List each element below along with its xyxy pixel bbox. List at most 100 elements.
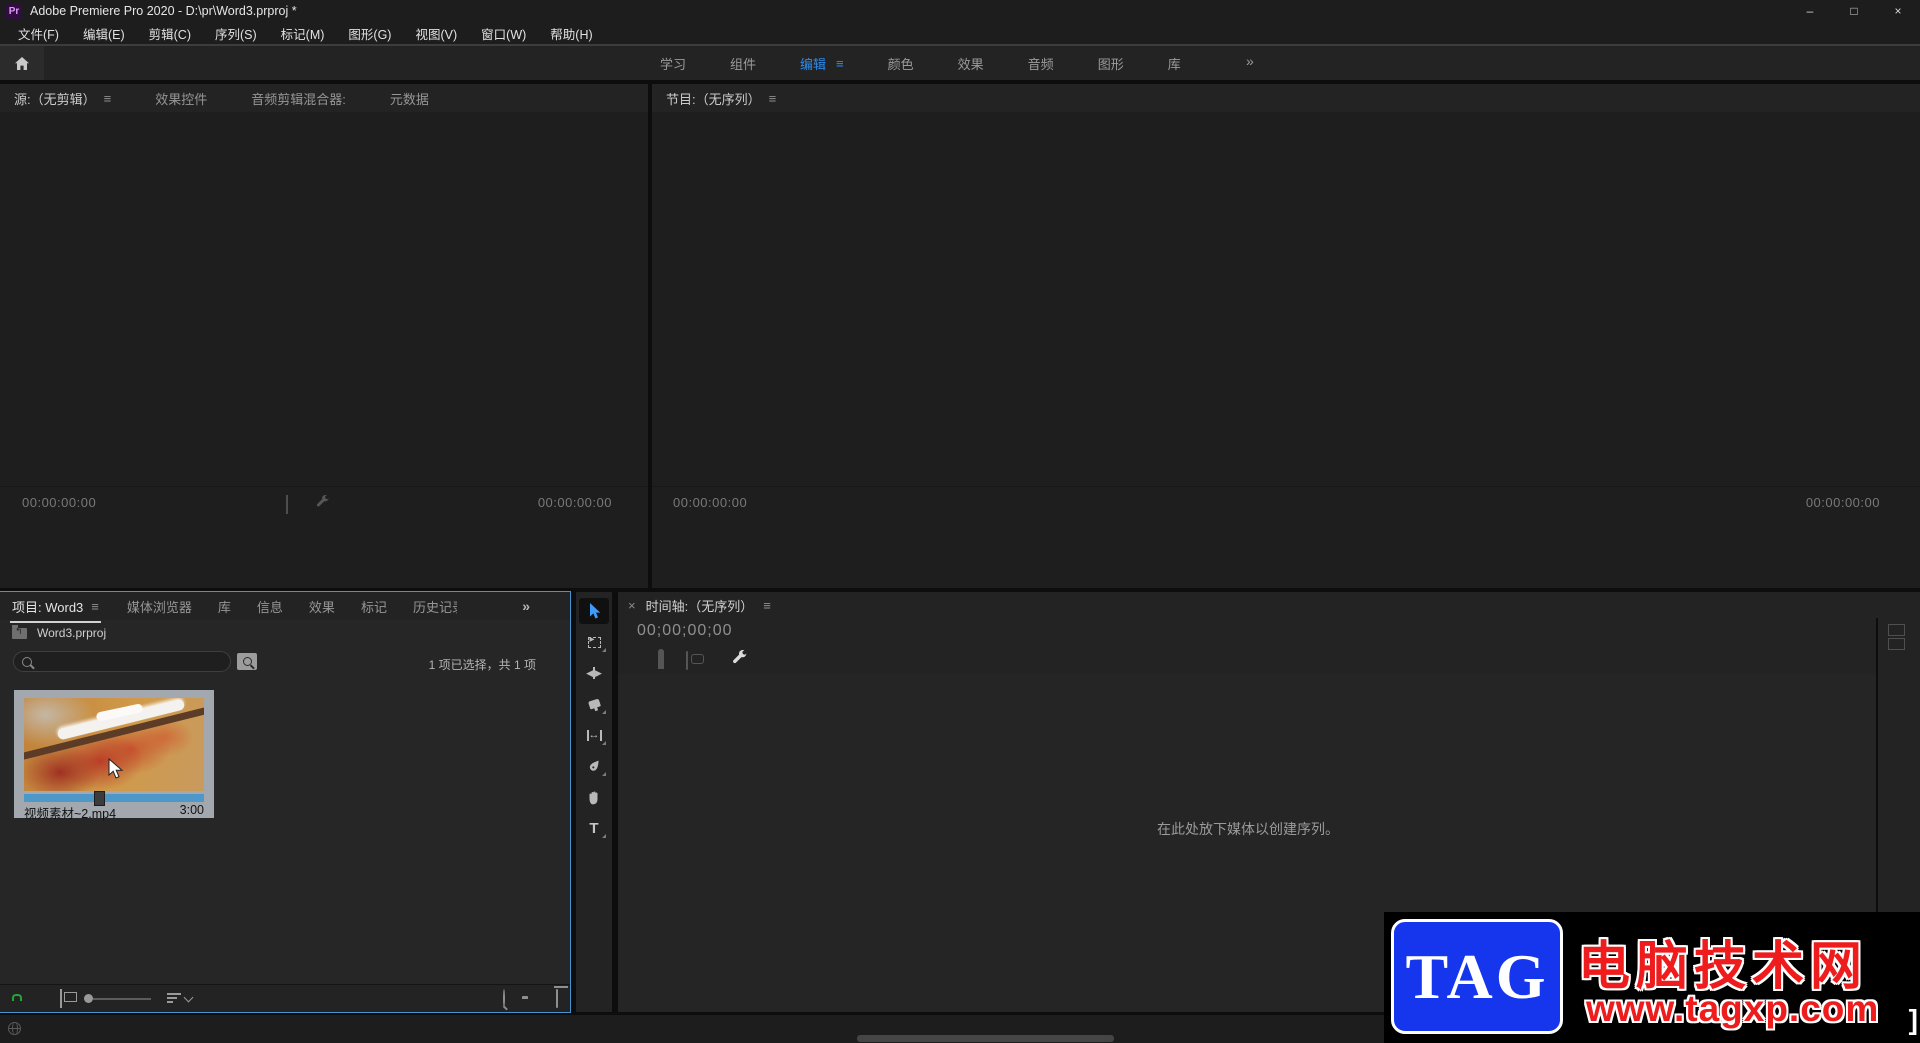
project-bin-area[interactable]: 视频素材~2.mp4 3:00: [0, 678, 570, 984]
hand-icon: [589, 791, 598, 804]
program-timecode-duration: 00:00:00:00: [1805, 495, 1880, 510]
timeline-playhead-timecode[interactable]: 00;00;00;00: [637, 622, 733, 640]
workspace-tab-audio[interactable]: 音频: [1028, 54, 1054, 73]
project-tab-menu-icon[interactable]: ≡: [91, 599, 99, 614]
chevron-down-icon: [183, 992, 194, 1002]
source-timecode-duration: 00:00:00:00: [537, 495, 612, 510]
freeform-view-icon: [60, 988, 62, 1008]
workspace-tab-effects[interactable]: 效果: [958, 54, 984, 73]
program-timecode-current: 00:00:00:00: [673, 495, 748, 510]
slider-knob[interactable]: [84, 994, 93, 1003]
thumbnail-zoom-slider[interactable]: [84, 994, 151, 1003]
find-button[interactable]: [503, 988, 505, 1008]
timeline-work-area-box-1[interactable]: [1888, 624, 1905, 636]
find-icon: [503, 988, 505, 1008]
menu-clip[interactable]: 剪辑(C): [139, 24, 201, 43]
razor-tool[interactable]: [579, 691, 609, 717]
tab-history[interactable]: 历史记录: [413, 597, 457, 616]
menu-file[interactable]: 文件(F): [8, 24, 69, 43]
media-item-selected[interactable]: 视频素材~2.mp4 3:00: [14, 690, 214, 821]
magnet-icon: [658, 648, 664, 669]
horizontal-scrollbar-thumb[interactable]: [857, 1035, 1114, 1042]
tab-media-browser[interactable]: 媒体浏览器: [127, 597, 192, 616]
snap-button[interactable]: [658, 648, 664, 670]
menu-marker[interactable]: 标记(M): [271, 24, 335, 43]
workspace-tab-libraries[interactable]: 库: [1168, 54, 1181, 73]
source-tab-menu-icon[interactable]: ≡: [104, 91, 112, 106]
sort-icons-button[interactable]: [167, 992, 194, 1004]
window-title: Adobe Premiere Pro 2020 - D:\pr\Word3.pr…: [30, 4, 297, 18]
source-viewer: [0, 112, 648, 486]
workspace-tab-learning[interactable]: 学习: [660, 54, 686, 73]
tab-project[interactable]: 项目: Word3 ≡: [10, 592, 101, 623]
track-select-forward-tool[interactable]: [579, 629, 609, 655]
type-tool[interactable]: T: [579, 815, 609, 841]
project-panel-tabs: 项目: Word3≡ 媒体浏览器 库 信息 效果 标记 历史记录: [0, 592, 570, 623]
menu-bar: 文件(F) 编辑(E) 剪辑(C) 序列(S) 标记(M) 图形(G) 视图(V…: [0, 22, 1920, 44]
timeline-close-icon[interactable]: ×: [628, 598, 636, 613]
tab-info[interactable]: 信息: [257, 597, 283, 616]
freeform-view-button[interactable]: [60, 988, 62, 1008]
timeline-tab-menu-icon[interactable]: ≡: [763, 598, 771, 613]
maximize-button[interactable]: □: [1832, 0, 1876, 22]
menu-view[interactable]: 视图(V): [405, 24, 467, 43]
tab-program[interactable]: 节目:（无序列） ≡: [666, 89, 776, 108]
watermark-site-url: www.tagxp.com: [1586, 988, 1880, 1029]
close-button[interactable]: ×: [1876, 0, 1920, 22]
workspace-tab-editing[interactable]: 编辑 ≡: [800, 54, 844, 73]
workspace-tab-color[interactable]: 颜色: [888, 54, 914, 73]
project-panel: 项目: Word3≡ 媒体浏览器 库 信息 效果 标记 历史记录 » Word3…: [0, 591, 571, 1013]
tab-metadata[interactable]: 元数据: [390, 89, 429, 108]
ripple-edit-tool[interactable]: ◀ ▶: [579, 660, 609, 686]
selection-tool[interactable]: [579, 598, 609, 624]
premiere-app-icon: Pr: [6, 3, 22, 19]
timeline-work-area-box-2[interactable]: [1888, 638, 1905, 650]
timeline-toolbar: [636, 648, 748, 671]
linked-selection-button[interactable]: [686, 650, 688, 670]
menu-window[interactable]: 窗口(W): [471, 24, 536, 43]
tab-audio-clip-mixer[interactable]: 音频剪辑混合器:: [251, 89, 346, 108]
home-button[interactable]: [0, 46, 44, 80]
tab-effect-controls[interactable]: 效果控件: [155, 89, 207, 108]
tab-source[interactable]: 源:（无剪辑） ≡: [14, 89, 111, 108]
slider-track[interactable]: [93, 997, 151, 1000]
linked-selection-icon: [686, 650, 688, 670]
watermark-logo-box: TAG: [1391, 919, 1563, 1034]
sort-icon: [167, 993, 181, 1004]
clear-button[interactable]: [556, 988, 558, 1008]
timeline-tab[interactable]: 时间轴:（无序列）: [646, 596, 754, 615]
project-tabs-overflow-icon[interactable]: »: [522, 598, 530, 614]
tab-markers[interactable]: 标记: [361, 597, 387, 616]
tab-libraries[interactable]: 库: [218, 597, 231, 616]
program-viewer: [652, 112, 1920, 486]
menu-edit[interactable]: 编辑(E): [73, 24, 135, 43]
source-settings-icon[interactable]: [316, 495, 330, 509]
menu-sequence[interactable]: 序列(S): [205, 24, 267, 43]
pen-tool[interactable]: [579, 753, 609, 779]
watermark-overlay: TAG 电脑技术网 www.tagxp.com ]: [1384, 912, 1920, 1043]
timeline-tab-row: × 时间轴:（无序列） ≡: [618, 592, 1920, 618]
search-box[interactable]: [13, 651, 231, 672]
program-tab-menu-icon[interactable]: ≡: [769, 91, 777, 106]
workspace-tab-graphics[interactable]: 图形: [1098, 54, 1124, 73]
workspace-tab-menu-icon[interactable]: ≡: [836, 56, 844, 71]
workspace-bar: 学习 组件 编辑 ≡ 颜色 效果 音频 图形 库 »: [0, 44, 1920, 80]
timeline-display-settings-button[interactable]: [732, 650, 748, 671]
thumbnail-scrubber[interactable]: [24, 791, 204, 806]
hand-tool[interactable]: [579, 784, 609, 810]
minimize-button[interactable]: –: [1788, 0, 1832, 22]
trash-icon: [556, 988, 558, 1008]
source-zoom-level-icon[interactable]: [286, 495, 288, 514]
navigate-up-icon[interactable]: [12, 624, 27, 639]
search-input[interactable]: [38, 653, 212, 670]
menu-help[interactable]: 帮助(H): [540, 24, 602, 43]
workspace-overflow-icon[interactable]: »: [1246, 53, 1254, 69]
search-in-bin-button[interactable]: [237, 653, 257, 670]
breadcrumb[interactable]: Word3.prproj: [37, 626, 106, 640]
tab-effects[interactable]: 效果: [309, 597, 335, 616]
mouse-cursor: [108, 758, 124, 779]
workspace-tab-assembly[interactable]: 组件: [730, 54, 756, 73]
menu-graphics[interactable]: 图形(G): [338, 24, 401, 43]
slip-tool[interactable]: ↔: [579, 722, 609, 748]
media-item-name[interactable]: 视频素材~2.mp4: [24, 803, 116, 822]
